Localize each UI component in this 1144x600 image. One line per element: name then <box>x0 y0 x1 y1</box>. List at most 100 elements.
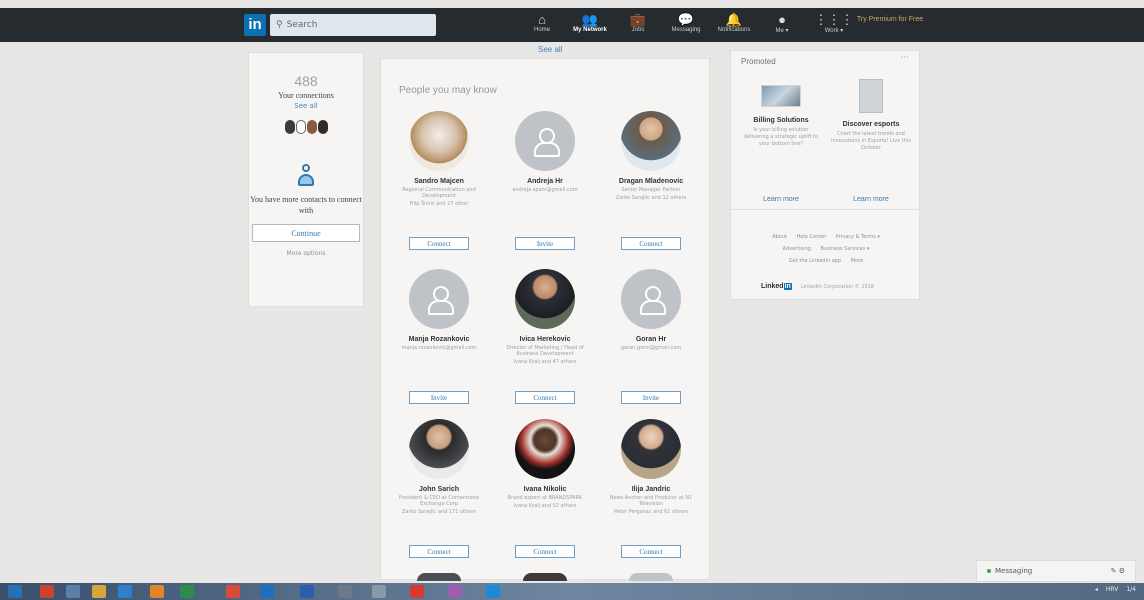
connect-button[interactable]: Connect <box>515 391 575 404</box>
person-card[interactable]: Andreja Hr andreja.spam@gmail.com <box>493 111 597 193</box>
divider <box>731 209 919 210</box>
ad-description: Chart the latest trends and innovations … <box>831 131 911 151</box>
profile-photo[interactable] <box>409 419 469 479</box>
footer-link-privacy[interactable]: Privacy & Terms ▾ <box>836 234 880 240</box>
ad-title[interactable]: Billing Solutions <box>737 117 825 124</box>
placeholder-avatar-icon[interactable] <box>629 573 673 581</box>
person-name[interactable]: Manja Rozankovic <box>387 336 491 343</box>
footer-link-advertising[interactable]: Advertising <box>783 246 811 252</box>
profile-photo[interactable] <box>515 269 575 329</box>
outlook-icon[interactable] <box>260 585 274 598</box>
footer-link-help[interactable]: Help Center <box>796 234 826 240</box>
connect-button[interactable]: Connect <box>409 545 469 558</box>
person-name[interactable]: Goran Hr <box>599 336 703 343</box>
see-all-connections-link[interactable]: See all <box>249 102 363 110</box>
ad-billing-solutions[interactable]: Billing Solutions Is your billing soluti… <box>737 79 825 148</box>
person-headline: Regional Communication and Development <box>402 187 476 199</box>
chrome-icon[interactable] <box>226 585 240 598</box>
volume-icon[interactable]: ◂ <box>1095 586 1098 593</box>
nav-label: My Network <box>573 27 607 33</box>
ad-image[interactable] <box>859 79 883 113</box>
section-heading: People you may know <box>399 85 497 96</box>
ad-image[interactable] <box>761 85 801 107</box>
clock[interactable]: 1/4 <box>1126 586 1136 593</box>
internet-explorer-icon[interactable] <box>118 585 132 598</box>
person-name[interactable]: Ivica Herekovic <box>493 336 597 343</box>
person-card[interactable]: Dragan Mladenovic Senior Manager Partner… <box>599 111 703 201</box>
mutual-connections: Zarko Sarajlic and 171 others <box>402 509 476 515</box>
person-card[interactable]: Goran Hr goran.gorm@gmail.com <box>599 269 703 351</box>
footer-link-business[interactable]: Business Services ▾ <box>821 246 870 252</box>
placeholder-avatar-icon[interactable] <box>515 111 575 171</box>
excel-icon[interactable] <box>180 585 194 598</box>
person-headline: President & CEO at Cornerstone Exchange … <box>399 495 479 507</box>
nav-label: Home <box>533 27 550 33</box>
avatar <box>284 120 295 134</box>
profile-photo[interactable] <box>621 419 681 479</box>
person-name[interactable]: Dragan Mladenovic <box>599 178 703 185</box>
profile-photo[interactable] <box>621 111 681 171</box>
person-card[interactable]: Ilija Jandric News Anchor and Producer a… <box>599 419 703 515</box>
messaging-bar[interactable]: Messaging ✎ ⚙ <box>976 560 1136 582</box>
connect-button[interactable]: Connect <box>621 545 681 558</box>
see-all-invitations-link[interactable]: See all <box>538 45 562 54</box>
file-explorer-icon[interactable] <box>92 585 106 598</box>
connect-button[interactable]: Connect <box>515 545 575 558</box>
person-card[interactable]: Ivana Nikolic Brand expert at BRANDSPARK… <box>493 419 597 509</box>
nav-me[interactable]: ● Me ▾ <box>752 12 812 34</box>
connect-button[interactable]: Connect <box>409 237 469 250</box>
firefox-icon[interactable] <box>150 585 164 598</box>
compose-icon[interactable]: ✎ <box>1111 567 1117 575</box>
more-options-link[interactable]: More options <box>249 250 363 257</box>
invite-button[interactable]: Invite <box>515 237 575 250</box>
app-icon[interactable] <box>66 585 80 598</box>
continue-button[interactable]: Continue <box>252 224 360 242</box>
profile-photo[interactable] <box>523 573 567 581</box>
profile-photo[interactable] <box>417 573 461 581</box>
person-name[interactable]: Ilija Jandric <box>599 486 703 493</box>
connections-label: Your connections <box>278 91 334 100</box>
app-icon[interactable] <box>338 585 352 598</box>
mutual-connections: Zarko Sarajlic and 12 others <box>615 195 687 201</box>
footer-link-about[interactable]: About <box>772 234 787 240</box>
connections-count: 488 <box>294 73 318 89</box>
language-indicator[interactable]: HRV <box>1106 586 1118 593</box>
word-icon[interactable] <box>300 585 314 598</box>
person-card[interactable]: Sandro Majcen Regional Communication and… <box>387 111 491 207</box>
skype-icon[interactable] <box>486 585 500 598</box>
learn-more-link[interactable]: Learn more <box>737 196 825 203</box>
person-name[interactable]: Ivana Nikolic <box>493 486 597 493</box>
placeholder-avatar-icon[interactable] <box>621 269 681 329</box>
person-card[interactable]: Ivica Herekovic Director of Marketing / … <box>493 269 597 365</box>
windows-start-icon[interactable] <box>8 585 22 598</box>
person-card[interactable]: Manja Rozankovic manja.rozankovic@gmail.… <box>387 269 491 351</box>
app-icon[interactable] <box>372 585 386 598</box>
person-name[interactable]: Andreja Hr <box>493 178 597 185</box>
placeholder-avatar-icon[interactable] <box>409 269 469 329</box>
person-name[interactable]: Sandro Majcen <box>387 178 491 185</box>
more-options-icon[interactable]: ··· <box>900 53 909 63</box>
profile-photo[interactable] <box>515 419 575 479</box>
connect-button[interactable]: Connect <box>621 237 681 250</box>
person-headline: andreja.spam@gmail.com <box>512 187 578 193</box>
invite-button[interactable]: Invite <box>621 391 681 404</box>
search-input[interactable]: ⚲ Search <box>270 14 436 36</box>
invite-button[interactable]: Invite <box>409 391 469 404</box>
footer-link-app[interactable]: Get the LinkedIn app <box>789 258 841 264</box>
powerpoint-icon[interactable] <box>40 585 54 598</box>
footer-link-more[interactable]: More <box>851 258 863 264</box>
profile-photo[interactable] <box>409 111 469 171</box>
try-premium-link[interactable]: Try Premium for Free <box>850 15 930 24</box>
nav-label: Jobs <box>631 27 645 33</box>
person-name[interactable]: John Sarich <box>387 486 491 493</box>
app-icon[interactable] <box>410 585 424 598</box>
ad-discover-esports[interactable]: Discover esports Chart the latest trends… <box>827 79 915 152</box>
app-icon[interactable] <box>448 585 462 598</box>
settings-icon[interactable]: ⚙ <box>1119 567 1125 575</box>
learn-more-link[interactable]: Learn more <box>827 196 915 203</box>
connections-card: 488 Your connections See all You have mo… <box>248 52 364 307</box>
linkedin-logo[interactable]: in <box>244 14 266 36</box>
person-card[interactable]: John Sarich President & CEO at Cornersto… <box>387 419 491 515</box>
mutual-connections: Filip Šimić and 27 other <box>409 201 469 207</box>
ad-title[interactable]: Discover esports <box>827 121 915 128</box>
